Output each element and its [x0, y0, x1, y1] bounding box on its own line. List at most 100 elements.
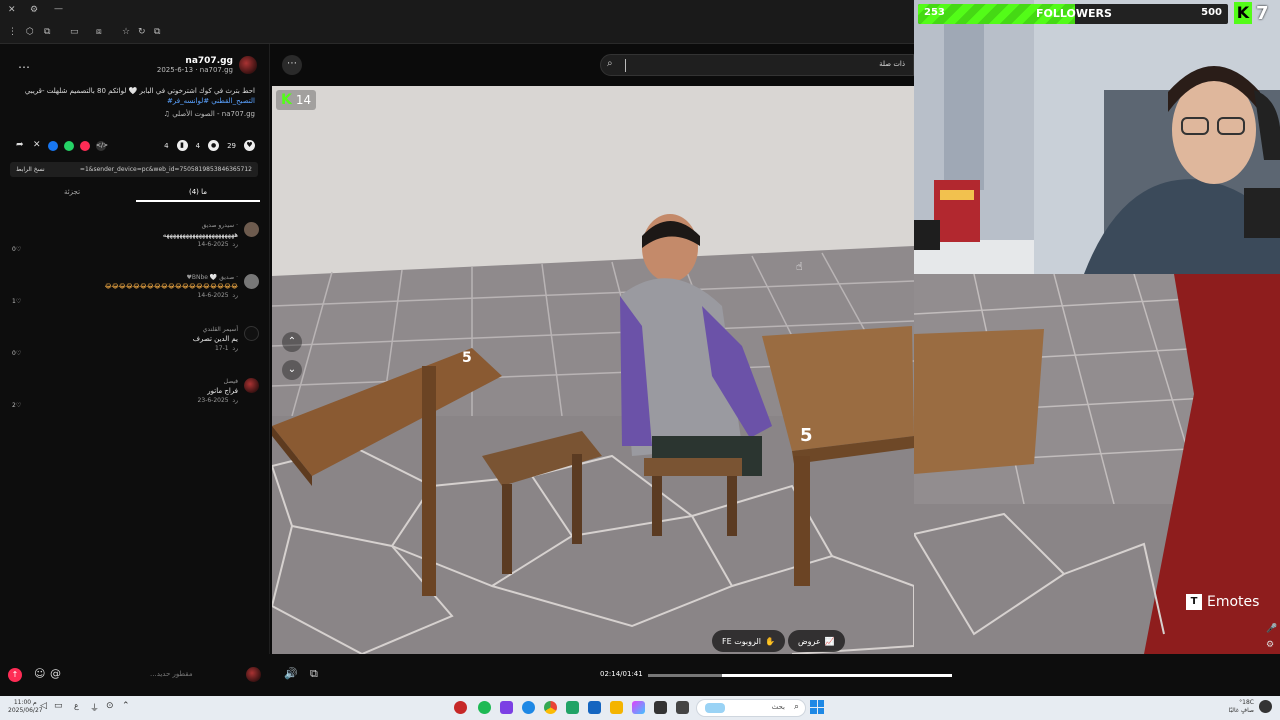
commenter-avatar[interactable]: [244, 378, 259, 393]
comment-author[interactable]: فيصل: [198, 378, 238, 385]
taskbar-clock[interactable]: 11:00 م 2025/06/27: [8, 699, 43, 715]
comment-date: 2025-6-14: [197, 292, 229, 299]
comment-input[interactable]: ...مقطور حديد: [150, 670, 193, 678]
store-icon[interactable]: [588, 701, 601, 714]
edge-icon[interactable]: [522, 701, 535, 714]
progress-track[interactable]: [648, 674, 952, 677]
embed-icon[interactable]: </>: [96, 141, 108, 151]
comment-icon[interactable]: ●: [208, 140, 220, 151]
comment-likes[interactable]: 0♡: [12, 246, 21, 253]
caption-hashtags[interactable]: #التصبح_القطني #لوانسه_فر: [15, 96, 255, 106]
author-avatar[interactable]: [239, 56, 257, 74]
mention-icon[interactable]: @: [50, 667, 61, 680]
mic-icon[interactable]: 🎤: [1266, 624, 1277, 634]
tab-icon[interactable]: ▭: [70, 27, 79, 37]
author-name[interactable]: na707.gg: [157, 56, 233, 66]
share-arrow-icon[interactable]: ➦: [16, 140, 24, 150]
more-options-button[interactable]: ⋯: [282, 55, 302, 75]
scroll-up-button[interactable]: ⌃: [282, 332, 302, 352]
comments-count: 4: [164, 141, 169, 150]
windows-start-icon[interactable]: [810, 700, 824, 714]
speaker-icon[interactable]: ◁: [40, 701, 47, 711]
emotes-overlay[interactable]: T Emotes: [1186, 594, 1259, 610]
split-icon[interactable]: ⧈: [96, 27, 102, 37]
comment-like-count: 0: [12, 350, 16, 357]
chrome-icon[interactable]: [544, 701, 557, 714]
game-counter-value: 14: [295, 93, 312, 107]
x-share-icon[interactable]: ✕: [33, 140, 41, 150]
shield-icon[interactable]: ⬡: [26, 27, 34, 37]
clock-time: 11:00 م: [13, 699, 37, 706]
reply-button[interactable]: رد: [232, 241, 238, 248]
app-icon-1[interactable]: [454, 701, 467, 714]
show-hidden-icons[interactable]: ⌃: [122, 701, 130, 711]
app-icon-3[interactable]: [654, 701, 667, 714]
settings-gear-icon[interactable]: ⚙: [1266, 640, 1274, 650]
spotify-icon[interactable]: [478, 701, 491, 714]
comment-author[interactable]: ♥BNbe 🤍 صديق ·: [105, 274, 238, 281]
extensions-icon[interactable]: ⧉: [44, 27, 50, 37]
bookmark-icon[interactable]: ▮: [176, 140, 188, 151]
scroll-down-button[interactable]: ⌄: [282, 360, 302, 380]
excel-icon[interactable]: [566, 701, 579, 714]
language-icon[interactable]: ع: [74, 701, 79, 710]
tiktok-share-icon[interactable]: [80, 141, 90, 151]
comment-likes[interactable]: 2♡: [12, 402, 21, 409]
search-bar[interactable]: ⌕ ذات صلة: [600, 54, 914, 76]
usb-icon[interactable]: ⏚: [90, 701, 99, 714]
file-explorer-icon[interactable]: [610, 701, 623, 714]
commenter-avatar[interactable]: [244, 274, 259, 289]
tab-creator-videos[interactable]: تجزئة: [10, 188, 134, 196]
hand-icon: ✋: [765, 636, 775, 646]
table-number: 5: [462, 350, 472, 366]
offers-button[interactable]: عروض 📈: [788, 630, 845, 652]
emoji-icon[interactable]: ☺: [34, 667, 45, 680]
reply-button[interactable]: رد: [232, 397, 238, 404]
commenter-avatar[interactable]: [244, 326, 259, 341]
share-link[interactable]: =1&sender_device=pc&web_id=7505819853846…: [80, 166, 252, 173]
network-icon[interactable]: ▭: [54, 701, 63, 711]
game-video[interactable]: 5 5 K 14 ⌃ ⌄ ☝: [272, 86, 914, 654]
comment-date: 2025-6-14: [197, 241, 229, 248]
game-video-right[interactable]: T Emotes: [914, 274, 1280, 654]
taskbar-search-label: بحث: [771, 703, 785, 711]
settings-icon[interactable]: ⚙: [30, 5, 38, 15]
comment-text: 😂😂😂😂😂😂😂😂😂😂😂😂😂😂😂😂😂😂😂: [104, 283, 238, 290]
caption-line1: احط بترث في كوك اشترخوتي في البابر 🤍 لوا…: [24, 87, 255, 95]
taskbar-search[interactable]: بحث ⌕: [696, 699, 806, 717]
chart-icon: 📈: [824, 636, 835, 646]
comment-likes[interactable]: 1♡: [12, 298, 21, 305]
reply-button[interactable]: رد: [232, 292, 238, 299]
sound-label: الصوت الأصلي - na707.gg: [172, 110, 255, 118]
app-tray-icon[interactable]: ⊙: [106, 701, 114, 711]
app-icon-2[interactable]: [500, 701, 513, 714]
reload-icon[interactable]: ↻: [138, 27, 146, 37]
comment-author[interactable]: سيدرو صديق ·: [163, 222, 238, 229]
close-icon[interactable]: ✕: [8, 5, 16, 15]
reply-button[interactable]: رد: [232, 345, 238, 352]
text-caret: [625, 59, 626, 72]
heart-icon[interactable]: ♥: [244, 140, 255, 151]
copilot-icon[interactable]: [632, 701, 645, 714]
pip-icon[interactable]: ⧉: [310, 667, 318, 681]
send-comment-icon[interactable]: ↑: [8, 668, 22, 682]
commenter-avatar[interactable]: [244, 222, 259, 237]
volume-icon[interactable]: 🔊: [284, 667, 298, 680]
menu-icon[interactable]: ⋮: [8, 27, 17, 37]
minimize-icon[interactable]: —: [54, 4, 63, 14]
comment-likes[interactable]: 0♡: [12, 350, 21, 357]
star-icon[interactable]: ☆: [122, 27, 130, 37]
sound-line[interactable]: ♫ الصوت الأصلي - na707.gg: [15, 109, 255, 119]
terminal-icon[interactable]: [676, 701, 689, 714]
fe-robot-button[interactable]: FE الروبوت ✋: [712, 630, 785, 652]
comment-author[interactable]: أسيمر القلندي: [193, 326, 238, 333]
facebook-icon[interactable]: [48, 141, 58, 151]
weather-widget[interactable]: °18C صافٍ غالبًا: [1229, 699, 1254, 715]
user-avatar[interactable]: [246, 667, 261, 682]
search-icon[interactable]: ⌕: [607, 58, 613, 69]
whatsapp-icon[interactable]: [64, 141, 74, 151]
copy-link-button[interactable]: نسخ الرابط: [16, 166, 45, 173]
copy-icon[interactable]: ⧉: [154, 27, 160, 37]
tab-comments[interactable]: (4) ما: [136, 188, 260, 202]
more-options-icon[interactable]: ⋯: [18, 60, 30, 74]
